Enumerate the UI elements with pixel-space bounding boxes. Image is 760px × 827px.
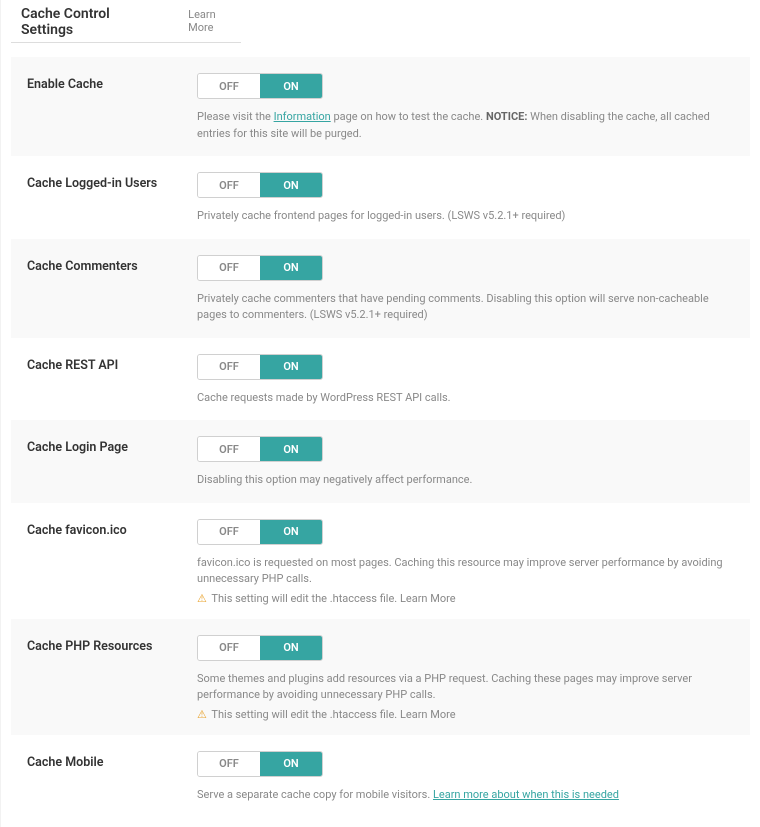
row-value: OFF ON Privately cache frontend pages fo… [197,172,734,225]
toggle-on[interactable]: ON [260,752,322,776]
row-label: Cache Mobile [27,751,197,770]
warning-icon: ⚠ [197,592,207,605]
row-label: Enable Cache [27,73,197,92]
row-cache-login-page: Cache Login Page OFF ON Disabling this o… [11,420,750,503]
learn-more-link[interactable]: Learn More [400,592,456,605]
toggle-on[interactable]: ON [260,437,322,461]
toggle-on[interactable]: ON [260,173,322,197]
information-link[interactable]: Information [274,110,331,123]
toggle-off[interactable]: OFF [198,636,260,660]
row-desc: Some themes and plugins add resources vi… [197,671,734,704]
toggle-off[interactable]: OFF [198,355,260,379]
panel-title: Cache Control Settings [21,6,158,42]
toggle-on[interactable]: ON [260,74,322,98]
toggle-off[interactable]: OFF [198,437,260,461]
toggle-cache-rest-api: OFF ON [197,354,323,380]
row-cache-rest-api: Cache REST API OFF ON Cache requests mad… [11,338,750,421]
desc-text: Serve a separate cache copy for mobile v… [197,788,433,801]
warning-text: This setting will edit the .htaccess fil… [211,592,397,605]
toggle-enable-cache: OFF ON [197,73,323,99]
warning-text: This setting will edit the .htaccess fil… [211,708,397,721]
row-cache-favicon: Cache favicon.ico OFF ON favicon.ico is … [11,503,750,619]
toggle-cache-login-page: OFF ON [197,436,323,462]
row-label: Cache favicon.ico [27,519,197,538]
row-desc: Privately cache frontend pages for logge… [197,208,734,225]
row-cache-php-resources: Cache PHP Resources OFF ON Some themes a… [11,619,750,735]
toggle-cache-php-resources: OFF ON [197,635,323,661]
toggle-off[interactable]: OFF [198,173,260,197]
toggle-off[interactable]: OFF [198,752,260,776]
toggle-cache-logged-in: OFF ON [197,172,323,198]
row-desc: Serve a separate cache copy for mobile v… [197,787,734,804]
row-label: Cache PHP Resources [27,635,197,654]
toggle-off[interactable]: OFF [198,74,260,98]
row-label: Cache REST API [27,354,197,373]
toggle-off[interactable]: OFF [198,256,260,280]
toggle-cache-commenters: OFF ON [197,255,323,281]
row-desc: Cache requests made by WordPress REST AP… [197,390,734,407]
toggle-on[interactable]: ON [260,636,322,660]
row-value: OFF ON Privately cache commenters that h… [197,255,734,324]
row-enable-cache: Enable Cache OFF ON Please visit the Inf… [11,57,750,156]
desc-notice: NOTICE: [486,110,528,123]
toggle-on[interactable]: ON [260,256,322,280]
htaccess-warning: ⚠ This setting will edit the .htaccess f… [197,592,734,605]
row-value: OFF ON Some themes and plugins add resou… [197,635,734,721]
toggle-cache-favicon: OFF ON [197,519,323,545]
row-value: OFF ON Serve a separate cache copy for m… [197,751,734,804]
row-cache-commenters: Cache Commenters OFF ON Privately cache … [11,239,750,338]
header-learn-more-link[interactable]: Learn More [188,8,241,34]
toggle-cache-mobile: OFF ON [197,751,323,777]
htaccess-warning: ⚠ This setting will edit the .htaccess f… [197,708,734,721]
row-desc: Please visit the Information page on how… [197,109,734,142]
warning-icon: ⚠ [197,708,207,721]
desc-text: page on how to test the cache. [331,110,486,123]
panel-header: Cache Control Settings Learn More [11,0,241,43]
toggle-off[interactable]: OFF [198,520,260,544]
row-desc: Privately cache commenters that have pen… [197,291,734,324]
toggle-on[interactable]: ON [260,355,322,379]
learn-more-link[interactable]: Learn More [400,708,456,721]
cache-settings-panel: Cache Control Settings Learn More Enable… [0,0,760,827]
row-label: Cache Commenters [27,255,197,274]
row-desc: favicon.ico is requested on most pages. … [197,555,734,588]
row-label: Cache Login Page [27,436,197,455]
row-label: Cache Logged-in Users [27,172,197,191]
learn-more-mobile-link[interactable]: Learn more about when this is needed [433,788,619,801]
desc-text: Please visit the [197,110,274,123]
row-value: OFF ON Disabling this option may negativ… [197,436,734,489]
row-value: OFF ON Cache requests made by WordPress … [197,354,734,407]
row-desc: Disabling this option may negatively aff… [197,472,734,489]
toggle-on[interactable]: ON [260,520,322,544]
row-cache-logged-in: Cache Logged-in Users OFF ON Privately c… [11,156,750,239]
row-value: OFF ON Please visit the Information page… [197,73,734,142]
row-cache-mobile: Cache Mobile OFF ON Serve a separate cac… [11,735,750,818]
